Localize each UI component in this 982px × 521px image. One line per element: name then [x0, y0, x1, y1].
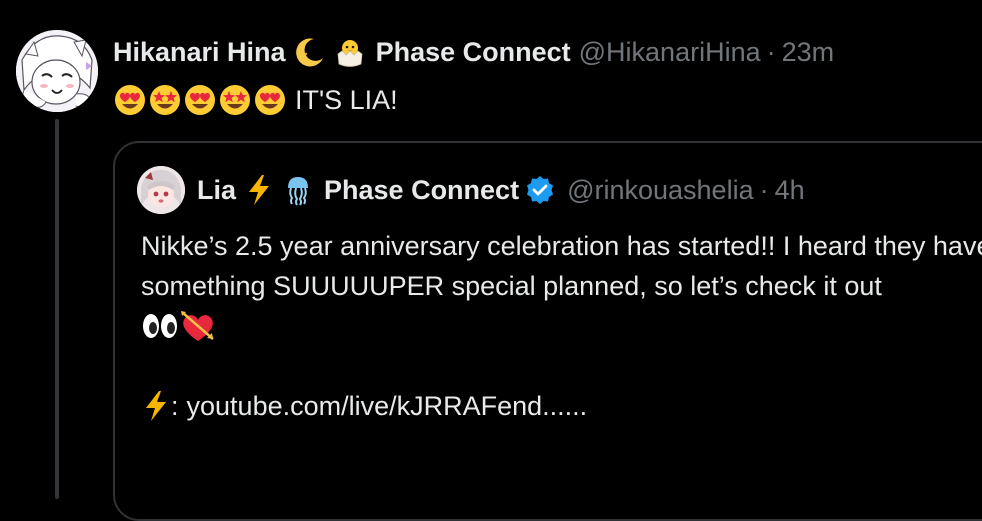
star-struck-emoji: [220, 85, 250, 115]
crescent-moon-icon: [294, 36, 326, 68]
verified-badge-icon[interactable]: [525, 175, 555, 205]
jellyfish-icon: [282, 174, 314, 206]
quoted-author-name[interactable]: Lia: [197, 170, 236, 210]
tweet-timestamp[interactable]: 23m: [782, 32, 835, 72]
author-handle[interactable]: @HikanariHina: [579, 32, 761, 72]
lightning-icon: [244, 174, 274, 206]
thread-line: [55, 119, 59, 499]
quoted-tweet-header: Lia Phase Connect @rinkouashelia · 4h: [197, 170, 805, 210]
quoted-author-handle[interactable]: @rinkouashelia: [567, 170, 754, 210]
hatching-chick-icon: [334, 36, 366, 68]
heart-eyes-emoji: [185, 85, 215, 115]
heart-eyes-emoji: [255, 85, 285, 115]
tweet-body-text: IT'S LIA!: [295, 85, 398, 115]
quoted-blank-line: [141, 346, 982, 386]
lightning-icon: [146, 391, 166, 421]
quoted-tweet-timestamp[interactable]: 4h: [775, 170, 805, 210]
quoted-text-line: Nikke’s 2.5 year anniversary celebration…: [141, 231, 982, 261]
tweet-header: Hikanari Hina Phase Connect @HikanariHin…: [113, 32, 834, 72]
author-name[interactable]: Hikanari Hina: [113, 32, 286, 72]
author-avatar[interactable]: [16, 30, 98, 112]
quoted-author-affiliation[interactable]: Phase Connect: [324, 170, 519, 210]
star-struck-emoji: [150, 85, 180, 115]
youtube-link[interactable]: youtube.com/live/kJRRAFend......: [187, 386, 588, 426]
author-affiliation[interactable]: Phase Connect: [376, 32, 571, 72]
heart-eyes-emoji: [115, 85, 145, 115]
heart-with-arrow-emoji: [181, 311, 214, 341]
separator-dot: ·: [766, 37, 776, 67]
link-prefix: :: [171, 391, 179, 421]
quoted-tweet-body: Nikke’s 2.5 year anniversary celebration…: [141, 226, 982, 426]
quoted-link-line: : youtube.com/live/kJRRAFend......: [141, 386, 982, 426]
separator-dot: ·: [759, 175, 769, 205]
reaction-emojis: [113, 83, 287, 117]
quoted-text-line: something SUUUUUPER special planned, so …: [141, 271, 882, 301]
eyes-emoji: [143, 314, 177, 338]
quoted-author-avatar[interactable]: [137, 166, 185, 214]
tweet-text: IT'S LIA!: [113, 80, 398, 120]
quoted-emoji-line: [141, 306, 982, 346]
